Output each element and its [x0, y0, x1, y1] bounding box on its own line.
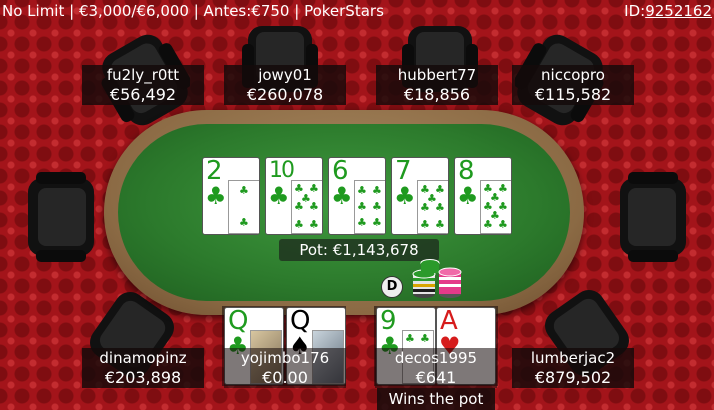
player-name: jowy01	[258, 66, 312, 84]
player-name: decos1995	[394, 349, 478, 367]
club-icon: ♣	[372, 216, 382, 229]
board-card-1: 2 ♣ ♣ ♣	[202, 157, 260, 235]
player-name: niccopro	[541, 66, 605, 84]
club-icon: ♣	[420, 332, 430, 345]
player-stack: €18,856	[403, 85, 471, 104]
club-icon: ♣	[309, 200, 319, 213]
club-icon: ♣	[294, 200, 304, 213]
player-stack: €641	[415, 368, 457, 387]
club-icon: ♣	[372, 200, 382, 213]
club-icon: ♣	[435, 201, 445, 214]
club-icon: ♣	[457, 182, 479, 210]
club-icon: ♣	[483, 218, 493, 231]
club-icon: ♣	[309, 218, 319, 231]
player-seat-niccopro[interactable]: niccopro €115,582	[512, 65, 634, 105]
club-icon: ♣	[498, 218, 508, 231]
club-icon: ♣	[331, 182, 353, 210]
winner-banner: Wins the pot	[377, 388, 495, 410]
club-icon: ♣	[357, 200, 367, 213]
card-face: ♣ ♣ ♣ ♣ ♣ ♣	[354, 180, 385, 234]
club-icon: ♣	[420, 201, 430, 214]
header-bar: No Limit | €3,000/€6,000 | Antes:€750 | …	[0, 0, 714, 22]
card-face: ♣ ♣ ♣ ♣ ♣ ♣ ♣	[291, 180, 322, 234]
player-name: dinamopinz	[99, 349, 187, 367]
poker-table-screen: No Limit | €3,000/€6,000 | Antes:€750 | …	[0, 0, 714, 410]
chip-stack-icon	[412, 259, 462, 298]
player-seat-lumberjac2[interactable]: lumberjac2 €879,502	[512, 348, 634, 388]
player-name: lumberjac2	[530, 349, 616, 367]
hand-id: ID:9252162	[624, 0, 712, 22]
player-name: yojimbo176	[240, 349, 330, 367]
player-seat-hubbert77[interactable]: hubbert77 €18,856	[376, 65, 498, 105]
player-seat-dinamopinz[interactable]: dinamopinz €203,898	[82, 348, 204, 388]
club-icon: ♣	[357, 184, 367, 197]
club-icon: ♣	[394, 182, 416, 210]
player-stack: €260,078	[246, 85, 324, 104]
player-stack: €115,582	[534, 85, 612, 104]
player-stack: €0.00	[262, 368, 308, 387]
board-card-4: 7 ♣ ♣ ♣ ♣ ♣ ♣ ♣ ♣	[391, 157, 449, 235]
club-icon: ♣	[405, 332, 415, 345]
club-icon: ♣	[420, 218, 430, 231]
hand-id-label: ID:	[624, 2, 646, 20]
player-seat-decos1995[interactable]: decos1995 €641	[375, 348, 497, 388]
club-icon: ♣	[372, 184, 382, 197]
player-stack: €879,502	[534, 368, 612, 387]
player-seat-yojimbo176[interactable]: yojimbo176 €0.00	[224, 348, 346, 388]
club-icon: ♣	[268, 182, 290, 210]
club-icon: ♣	[294, 218, 304, 231]
player-stack: €203,898	[104, 368, 182, 387]
card-face: ♣ ♣ ♣ ♣ ♣ ♣ ♣ ♣	[480, 180, 511, 234]
club-icon: ♣	[239, 184, 249, 197]
dealer-button: D	[381, 276, 403, 298]
club-icon: ♣	[205, 182, 227, 210]
board-card-3: 6 ♣ ♣ ♣ ♣ ♣ ♣ ♣	[328, 157, 386, 235]
hand-id-link[interactable]: 9252162	[645, 2, 712, 20]
board-card-2: 10 ♣ ♣ ♣ ♣ ♣ ♣ ♣ ♣	[265, 157, 323, 235]
card-face: ♣ ♣	[228, 180, 259, 234]
player-seat-fu2ly_r0tt[interactable]: fu2ly_r0tt €56,492	[82, 65, 204, 105]
player-seat-jowy01[interactable]: jowy01 €260,078	[224, 65, 346, 105]
board-card-5: 8 ♣ ♣ ♣ ♣ ♣ ♣ ♣ ♣ ♣	[454, 157, 512, 235]
card-face: ♣ ♣ ♣ ♣ ♣ ♣ ♣	[417, 180, 448, 234]
game-info: No Limit | €3,000/€6,000 | Antes:€750 | …	[2, 2, 384, 20]
player-stack: €56,492	[109, 85, 177, 104]
player-name: fu2ly_r0tt	[106, 66, 180, 84]
club-icon: ♣	[357, 216, 367, 229]
club-icon: ♣	[435, 218, 445, 231]
club-icon: ♣	[239, 216, 249, 229]
player-name: hubbert77	[397, 66, 477, 84]
seat-chair-left	[28, 172, 94, 262]
seat-chair-right	[620, 172, 686, 262]
